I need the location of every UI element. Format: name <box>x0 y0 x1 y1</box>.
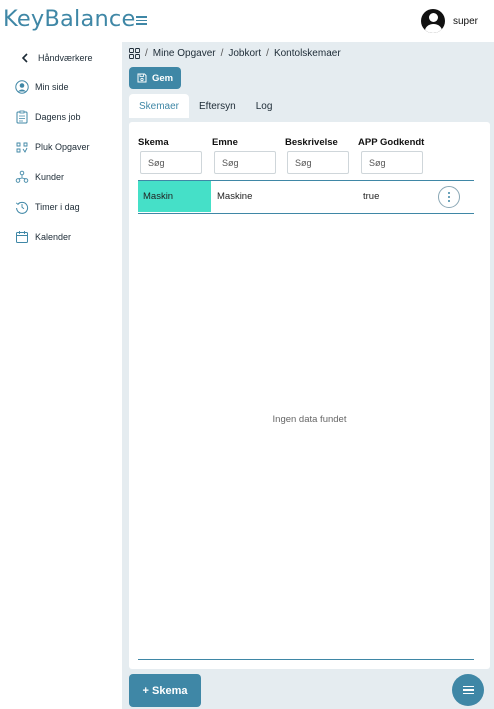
tab-skemaer[interactable]: Skemaer <box>129 94 190 118</box>
top-bar: KeyBalance super <box>0 0 494 42</box>
sidebar-item-label: Kunder <box>35 172 65 182</box>
table-panel: Skema Emne Beskrivelse APP Godkendt Søg … <box>129 122 490 669</box>
sidebar-item-label: Min side <box>35 82 69 92</box>
tab-log[interactable]: Log <box>246 94 283 118</box>
sidebar-item-min-side[interactable]: Min side <box>15 78 69 96</box>
sidebar-item-label: Dagens job <box>35 112 81 122</box>
save-button-label: Gem <box>152 72 174 84</box>
sidebar-item-label: Kalender <box>35 232 72 242</box>
floppy-disk-icon <box>137 73 147 83</box>
clock-history-icon <box>15 200 29 214</box>
tab-eftersyn[interactable]: Eftersyn <box>189 94 246 118</box>
hamburger-icon[interactable] <box>136 16 147 25</box>
table-row[interactable]: Maskin Maskine true <box>138 180 474 214</box>
sidebar: Håndværkere Min side Dagens job Pluk Opg… <box>0 42 122 709</box>
search-input-skema[interactable]: Søg <box>140 151 202 174</box>
search-input-beskrivelse[interactable]: Søg <box>287 151 349 174</box>
search-input-app-godkendt[interactable]: Søg <box>361 151 423 174</box>
table-bottom-divider <box>138 659 474 660</box>
row-menu-button[interactable] <box>438 186 460 208</box>
menu-fab-button[interactable] <box>452 674 484 706</box>
tab-bar: Skemaer Eftersyn Log <box>129 94 282 118</box>
cell-skema: Maskin <box>138 181 211 212</box>
save-button[interactable]: Gem <box>129 67 181 89</box>
clipboard-icon <box>15 110 29 124</box>
empty-state-text: Ingen data fundet <box>272 414 347 425</box>
sidebar-item-label: Timer i dag <box>35 202 80 212</box>
breadcrumb-item-jobkort[interactable]: Jobkort <box>228 48 261 59</box>
sidebar-back-label: Håndværkere <box>38 53 93 63</box>
sidebar-back-link[interactable]: Håndværkere <box>18 49 93 67</box>
add-skema-button[interactable]: + Skema <box>129 674 201 707</box>
calendar-icon <box>15 230 29 244</box>
cell-emne: Maskine <box>217 191 253 202</box>
user-name[interactable]: super <box>453 16 478 27</box>
cell-beskrivelse <box>285 181 357 212</box>
column-header-app-godkendt[interactable]: APP Godkendt <box>358 137 424 148</box>
breadcrumb-item-current: Kontolskemaer <box>273 48 341 59</box>
sidebar-item-kalender[interactable]: Kalender <box>15 228 71 246</box>
breadcrumb-separator: / <box>220 48 224 59</box>
sidebar-item-dagens-job[interactable]: Dagens job <box>15 108 81 126</box>
sidebar-item-kunder[interactable]: Kunder <box>15 168 64 186</box>
customers-network-icon <box>15 170 29 184</box>
search-input-emne[interactable]: Søg <box>214 151 276 174</box>
cell-app-godkendt: true <box>363 191 380 202</box>
column-header-emne[interactable]: Emne <box>212 137 238 148</box>
sidebar-item-label: Pluk Opgaver <box>35 142 90 152</box>
menu-lines-icon <box>462 684 474 697</box>
breadcrumb: / Mine Opgaver / Jobkort / Kontolskemaer <box>129 48 341 59</box>
pick-tasks-icon <box>15 140 29 154</box>
more-vertical-icon <box>448 191 450 203</box>
column-header-beskrivelse[interactable]: Beskrivelse <box>285 137 338 148</box>
user-circle-icon <box>15 80 29 94</box>
sidebar-item-pluk-opgaver[interactable]: Pluk Opgaver <box>15 138 90 156</box>
breadcrumb-separator: / <box>145 48 148 59</box>
user-avatar-icon[interactable] <box>421 9 445 33</box>
sidebar-item-timer-i-dag[interactable]: Timer i dag <box>15 198 80 216</box>
chevron-left-icon <box>18 51 32 65</box>
breadcrumb-separator: / <box>266 48 269 59</box>
breadcrumb-item-mine-opgaver[interactable]: Mine Opgaver <box>153 48 216 59</box>
column-header-skema[interactable]: Skema <box>138 137 169 148</box>
main-content: / Mine Opgaver / Jobkort / Kontolskemaer… <box>122 42 494 709</box>
app-logo[interactable]: KeyBalance <box>3 6 136 32</box>
grid-icon[interactable] <box>129 48 140 59</box>
